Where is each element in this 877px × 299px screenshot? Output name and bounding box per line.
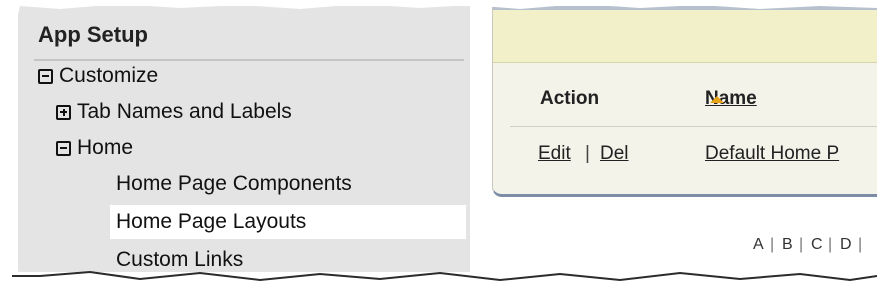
alpha-separator: | — [828, 236, 833, 253]
alpha-separator: | — [770, 236, 775, 253]
tree-item-label[interactable]: Home Page Layouts — [116, 210, 306, 234]
sort-ascending-icon[interactable] — [710, 96, 724, 103]
delete-link[interactable]: Del — [600, 143, 629, 165]
tree-item-label[interactable]: Home Page Components — [116, 172, 352, 196]
tree-item-label[interactable]: Custom Links — [116, 248, 243, 272]
edit-link[interactable]: Edit — [538, 143, 571, 165]
screenshot: App Setup Customize Tab Names and Labels… — [0, 0, 877, 299]
expand-icon[interactable] — [56, 104, 71, 120]
collapse-icon[interactable] — [38, 68, 53, 84]
row-divider — [510, 126, 877, 127]
column-header-action: Action — [540, 88, 600, 109]
layout-name-link[interactable]: Default Home P — [705, 143, 877, 165]
tree-item-home-page-layouts[interactable]: Home Page Layouts — [110, 205, 466, 239]
tree-item-tab-names-and-labels[interactable]: Tab Names and Labels — [56, 100, 292, 124]
alpha-filter-d[interactable]: D — [840, 236, 852, 254]
alpha-filter-a[interactable]: A — [753, 236, 764, 254]
tree-item-label: Home — [77, 136, 134, 159]
alpha-separator: | — [799, 236, 804, 253]
alpha-separator: | — [858, 236, 863, 253]
tree-item-label: Tab Names and Labels — [77, 100, 292, 123]
sidebar-title: App Setup — [38, 22, 148, 47]
tree-item-home[interactable]: Home — [56, 136, 133, 160]
tree-item-label: Customize — [59, 64, 159, 87]
panel-top-band — [493, 6, 877, 10]
alpha-filter-b[interactable]: B — [782, 236, 793, 254]
tree-item-customize[interactable]: Customize — [38, 64, 158, 88]
tree-item-custom-links[interactable]: Custom Links — [116, 248, 243, 272]
action-separator: | — [585, 143, 590, 164]
collapse-icon[interactable] — [56, 140, 71, 156]
app-setup-sidebar: App Setup Customize Tab Names and Labels… — [18, 6, 470, 272]
panel-header — [493, 6, 877, 63]
title-divider — [34, 59, 464, 61]
tree-item-home-page-components[interactable]: Home Page Components — [116, 172, 352, 196]
alpha-filter-c[interactable]: C — [811, 236, 823, 254]
